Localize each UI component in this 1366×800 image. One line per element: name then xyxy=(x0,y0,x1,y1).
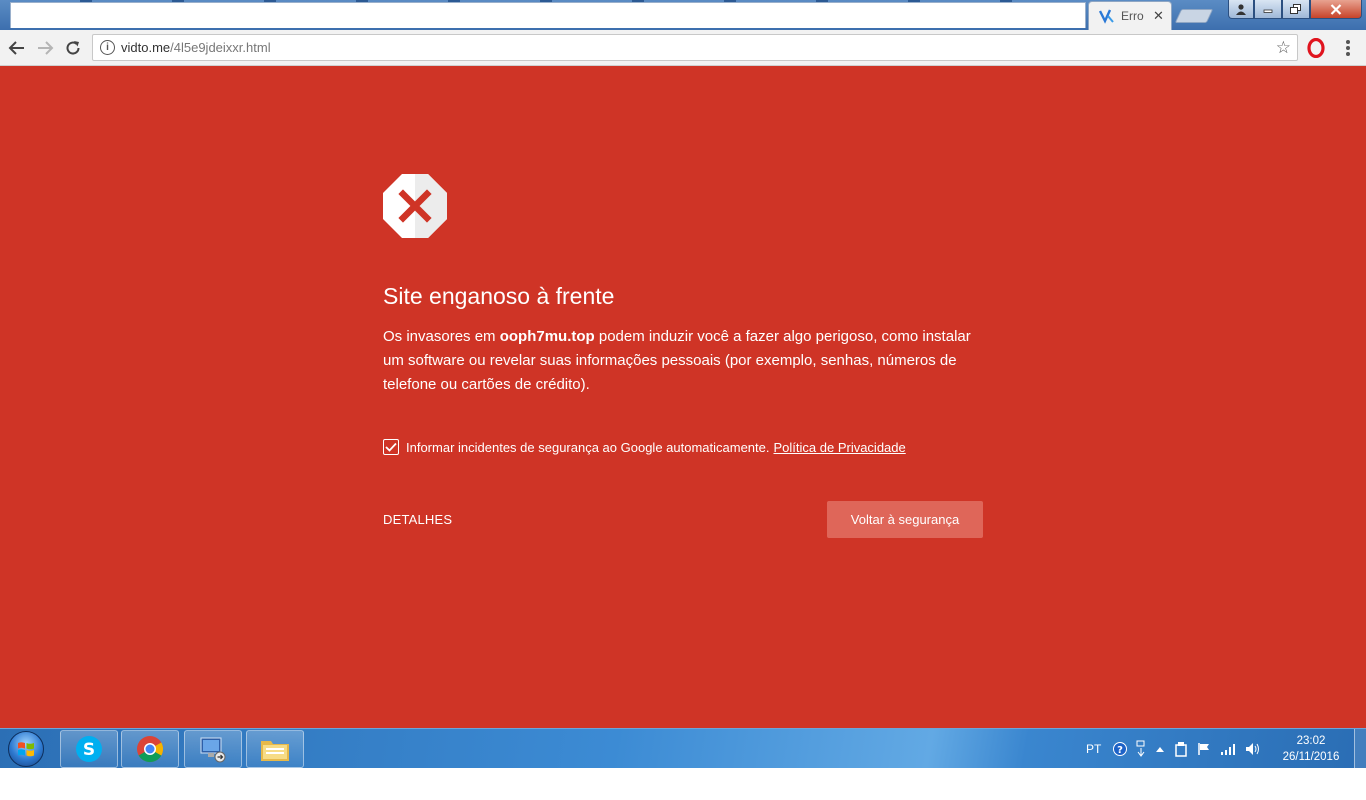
windows-logo-icon xyxy=(8,731,44,767)
user-icon[interactable] xyxy=(1228,0,1254,19)
opera-icon[interactable] xyxy=(1307,37,1325,59)
tab-title: Erro xyxy=(1121,9,1144,23)
report-label: Informar incidentes de segurança ao Goog… xyxy=(406,439,770,455)
interstitial-content: Site enganoso à frente Os invasores em o… xyxy=(383,174,983,538)
action-row: DETALHES Voltar à segurança xyxy=(383,501,983,538)
close-icon[interactable] xyxy=(1310,0,1362,19)
remote-desktop-icon[interactable] xyxy=(184,730,242,768)
clock-time: 23:02 xyxy=(1296,735,1326,747)
malicious-domain: ooph7mu.top xyxy=(499,328,595,345)
reload-icon[interactable] xyxy=(62,37,84,59)
volume-icon[interactable] xyxy=(1245,742,1261,756)
page-title: Site enganoso à frente xyxy=(383,283,615,309)
address-bar[interactable]: i vidto.me/4l5e9jdeixxr.html ☆ xyxy=(92,34,1298,61)
file-explorer-icon[interactable] xyxy=(246,730,304,768)
desc-lead: Os invasores em xyxy=(383,328,500,345)
new-tab-button[interactable] xyxy=(1174,9,1214,23)
kebab-menu-icon[interactable] xyxy=(1342,38,1354,58)
window-controls xyxy=(1228,0,1362,20)
report-incidents-row: Informar incidentes de segurança ao Goog… xyxy=(383,439,983,455)
chrome-icon[interactable] xyxy=(121,730,179,768)
svg-text:S: S xyxy=(83,740,95,760)
language-indicator[interactable]: PT xyxy=(1086,742,1101,756)
report-checkbox[interactable] xyxy=(383,439,399,455)
vidto-favicon-icon xyxy=(1099,8,1117,24)
network-switch-icon[interactable] xyxy=(1136,740,1146,758)
back-to-safety-button[interactable]: Voltar à segurança xyxy=(827,501,983,538)
browser-titlebar: Erro ✕ xyxy=(0,0,1366,30)
device-icon[interactable] xyxy=(1174,741,1188,757)
start-button[interactable] xyxy=(4,730,48,768)
url-path: /4l5e9jdeixxr.html xyxy=(170,40,271,55)
minimize-icon[interactable] xyxy=(1254,0,1282,19)
show-hidden-icon[interactable] xyxy=(1155,745,1165,753)
url-text[interactable]: vidto.me/4l5e9jdeixxr.html xyxy=(121,40,271,55)
active-tab[interactable]: Erro ✕ xyxy=(1088,1,1172,30)
clock-date: 26/11/2016 xyxy=(1282,751,1340,763)
warning-description: Os invasores em ooph7mu.top podem induzi… xyxy=(383,325,975,397)
tab-close-icon[interactable]: ✕ xyxy=(1153,8,1164,24)
taskbar: S PT ? 23:02 26/11/2016 xyxy=(0,728,1366,769)
action-center-flag-icon[interactable] xyxy=(1197,742,1211,756)
url-host: vidto.me xyxy=(121,40,171,55)
danger-x-icon xyxy=(383,174,447,238)
help-icon[interactable]: ? xyxy=(1113,742,1128,756)
skype-icon[interactable]: S xyxy=(60,730,118,768)
info-icon[interactable]: i xyxy=(100,40,115,55)
show-desktop-button[interactable] xyxy=(1354,729,1366,769)
privacy-policy-link[interactable]: Política de Privacidade xyxy=(774,440,906,455)
arrow-right-icon[interactable] xyxy=(34,37,56,59)
maximize-icon[interactable] xyxy=(1282,0,1310,19)
blank-tab-area[interactable] xyxy=(10,2,1086,28)
safe-browsing-interstitial: Site enganoso à frente Os invasores em o… xyxy=(0,66,1366,728)
system-tray: PT ? xyxy=(1086,729,1270,769)
details-button[interactable]: DETALHES xyxy=(383,512,452,527)
signal-icon[interactable] xyxy=(1220,743,1236,755)
star-icon[interactable]: ☆ xyxy=(1276,38,1291,58)
svg-text:?: ? xyxy=(1117,745,1123,756)
clock[interactable]: 23:02 26/11/2016 xyxy=(1276,733,1346,765)
browser-toolbar: i vidto.me/4l5e9jdeixxr.html ☆ xyxy=(0,30,1366,66)
arrow-left-icon[interactable] xyxy=(6,37,28,59)
